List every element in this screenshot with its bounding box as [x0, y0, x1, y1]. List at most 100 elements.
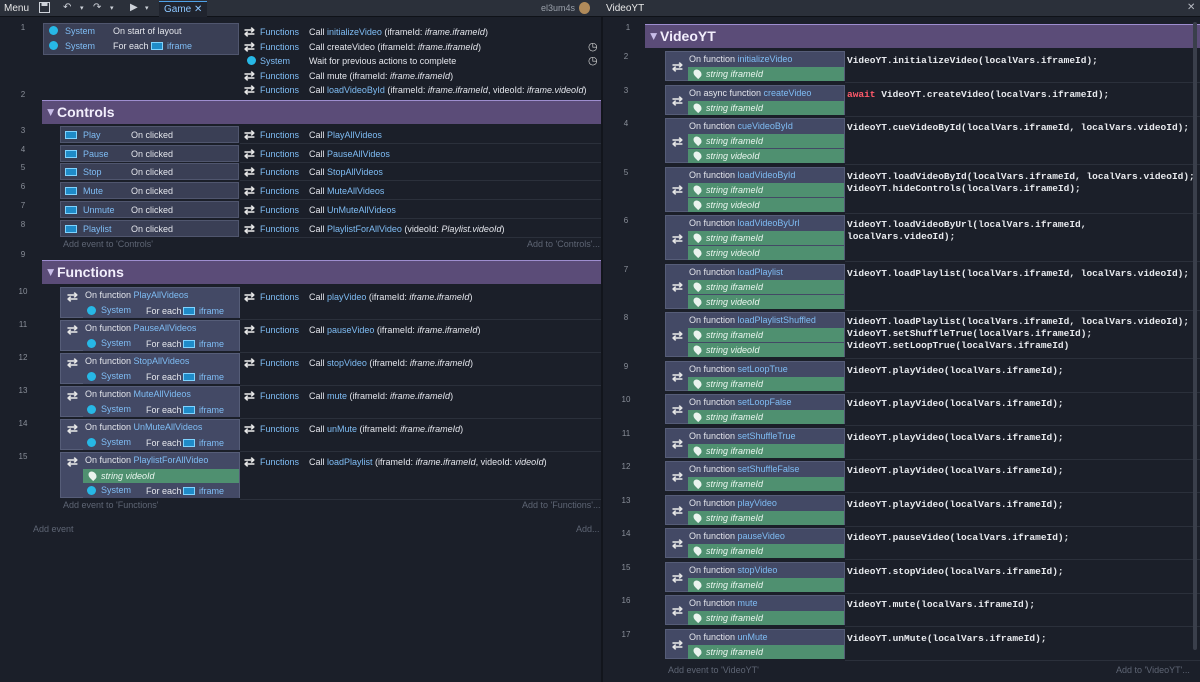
function-block[interactable]: ⇄ On function mute string iframeId: [665, 595, 845, 625]
script-line[interactable]: VideoYT.mute(localVars.iframeId);: [847, 599, 1035, 610]
condition-row[interactable]: System For each iframe: [45, 39, 237, 54]
for-each-row[interactable]: System For each iframe: [83, 484, 239, 498]
add-to-link[interactable]: Add...: [576, 524, 600, 534]
script-line[interactable]: VideoYT.loadVideoById(localVars.iframeId…: [847, 171, 1195, 182]
param-iframeid[interactable]: string iframeId: [688, 577, 844, 592]
undo-icon[interactable]: ↶: [63, 2, 71, 13]
add-event-link[interactable]: Add event to 'VideoYT': [668, 665, 759, 675]
event-1-conditions[interactable]: System On start of layout System For each if…: [43, 23, 239, 55]
function-block[interactable]: ⇄ On async function createVideo string ifr…: [665, 84, 845, 115]
script-line[interactable]: VideoYT.playVideo(localVars.iframeId);: [847, 432, 1064, 443]
tab-game[interactable]: Game ✕: [159, 1, 208, 17]
function-block[interactable]: ⇄ On function cueVideoById string iframeId…: [665, 118, 845, 163]
function-block[interactable]: ⇄ On function loadPlaylist string iframeId…: [665, 263, 845, 309]
play-dropdown-icon[interactable]: ▾: [145, 4, 149, 12]
function-block[interactable]: ⇄ On function stopVideo string iframeId: [665, 561, 845, 592]
control-event-condition[interactable]: Playlist On clicked: [60, 219, 239, 237]
condition-row[interactable]: System On start of layout: [45, 24, 237, 39]
script-line[interactable]: VideoYT.setShuffleTrue(localVars.iframeI…: [847, 328, 1092, 339]
script-line[interactable]: VideoYT.playVideo(localVars.iframeId);: [847, 465, 1064, 476]
script-line[interactable]: VideoYT.loadPlaylist(localVars.iframeId,…: [847, 316, 1189, 327]
script-line[interactable]: VideoYT.playVideo(localVars.iframeId);: [847, 499, 1064, 510]
param-iframeid[interactable]: string iframeId: [688, 134, 844, 148]
redo-dropdown-icon[interactable]: ▾: [110, 4, 114, 12]
param-videoid[interactable]: string videoId: [688, 149, 844, 163]
redo-icon[interactable]: ↷: [93, 2, 101, 13]
param-videoid[interactable]: string videoId: [688, 294, 844, 309]
function-block[interactable]: ⇄ On function setLoopTrue string iframeId: [665, 360, 845, 391]
function-block[interactable]: ⇄ On function PlayAllVideos System For each…: [60, 287, 240, 318]
group-controls[interactable]: ◀ Controls: [42, 100, 601, 124]
add-to-link[interactable]: Add to 'Functions'...: [522, 500, 600, 510]
script-line[interactable]: VideoYT.setLoopTrue(localVars.iframeId): [847, 340, 1069, 351]
collapse-triangle-icon[interactable]: ◀: [648, 33, 659, 40]
control-event-condition[interactable]: Unmute On clicked: [60, 200, 239, 218]
param-iframeid[interactable]: string iframeId: [688, 644, 844, 659]
param-videoid[interactable]: string videoId: [688, 246, 844, 260]
function-block[interactable]: ⇄ On function StopAllVideos System For each…: [60, 353, 240, 384]
for-each-row[interactable]: System For each iframe: [83, 304, 239, 318]
save-icon[interactable]: [39, 2, 50, 16]
tab-videoyt[interactable]: VideoYT: [606, 3, 644, 14]
param-videoid[interactable]: string videoId: [688, 343, 844, 357]
add-event-link[interactable]: Add event to 'Controls': [63, 239, 153, 249]
add-event-link[interactable]: Add event to 'Functions': [63, 500, 159, 510]
for-each-row[interactable]: System For each iframe: [83, 403, 239, 417]
function-block[interactable]: ⇄ On function PauseAllVideos System For eac…: [60, 320, 240, 351]
function-block[interactable]: ⇄ On function setShuffleTrue string iframe…: [665, 427, 845, 458]
param-iframeid[interactable]: string iframeId: [688, 477, 844, 491]
script-line[interactable]: VideoYT.playVideo(localVars.iframeId);: [847, 398, 1064, 409]
for-each-row[interactable]: System For each iframe: [83, 370, 239, 384]
param-iframeid[interactable]: string iframeId: [688, 611, 844, 625]
for-each-row[interactable]: System For each iframe: [83, 436, 239, 450]
function-block[interactable]: ⇄ On function UnMuteAllVideos System For ea…: [60, 419, 240, 450]
script-line[interactable]: VideoYT.pauseVideo(localVars.iframeId);: [847, 532, 1069, 543]
control-event-condition[interactable]: Mute On clicked: [60, 182, 239, 200]
for-each-row[interactable]: System For each iframe: [83, 337, 239, 351]
param-iframeid[interactable]: string iframeId: [688, 100, 844, 115]
undo-dropdown-icon[interactable]: ▾: [80, 4, 84, 12]
collapse-triangle-icon[interactable]: ◀: [45, 269, 56, 276]
menu-button[interactable]: Menu: [4, 3, 29, 14]
param-iframeid[interactable]: string iframeId: [688, 544, 844, 558]
add-to-link[interactable]: Add to 'VideoYT'...: [1116, 665, 1190, 675]
param-iframeid[interactable]: string iframeId: [688, 67, 844, 81]
timer-icon[interactable]: ◷: [588, 40, 598, 53]
param-iframeid[interactable]: string iframeId: [688, 443, 844, 458]
avatar[interactable]: [579, 2, 590, 14]
add-to-link[interactable]: Add to 'Controls'...: [527, 239, 600, 249]
script-line[interactable]: VideoYT.initializeVideo(localVars.iframe…: [847, 55, 1098, 66]
script-line[interactable]: VideoYT.loadVideoByUrl(localVars.iframeI…: [847, 219, 1086, 230]
function-block[interactable]: ⇄ On function loadVideoById string iframeI…: [665, 166, 845, 212]
script-line[interactable]: localVars.videoId);: [847, 231, 955, 242]
function-block[interactable]: ⇄ On function PlaylistForAllVideo string v…: [60, 452, 240, 498]
group-functions[interactable]: ◀ Functions: [42, 260, 601, 284]
param-iframeid[interactable]: string iframeId: [688, 231, 844, 245]
scrollbar[interactable]: [1193, 22, 1197, 650]
param-videoid[interactable]: string videoId: [688, 197, 844, 212]
script-line[interactable]: VideoYT.loadPlaylist(localVars.iframeId,…: [847, 268, 1189, 279]
collapse-triangle-icon[interactable]: ◀: [45, 109, 56, 116]
param-iframeid[interactable]: string iframeId: [688, 279, 844, 294]
function-block[interactable]: ⇄ On function loadVideoByUrl string iframe…: [665, 215, 845, 260]
function-block[interactable]: ⇄ On function MuteAllVideos System For each…: [60, 386, 240, 417]
control-event-condition[interactable]: Pause On clicked: [60, 144, 239, 162]
function-block[interactable]: ⇄ On function pauseVideo string iframeId: [665, 528, 845, 558]
param-iframeid[interactable]: string iframeId: [688, 510, 844, 525]
function-block[interactable]: ⇄ On function unMute string iframeId: [665, 628, 845, 659]
param-iframeid[interactable]: string iframeId: [688, 376, 844, 391]
param-iframeid[interactable]: string iframeId: [688, 410, 844, 424]
function-block[interactable]: ⇄ On function playVideo string iframeId: [665, 494, 845, 525]
timer-icon[interactable]: ◷: [588, 54, 598, 67]
script-line[interactable]: VideoYT.cueVideoById(localVars.iframeId,…: [847, 122, 1189, 133]
function-block[interactable]: ⇄ On function loadPlaylistShuffled string …: [665, 312, 845, 357]
param-videoid[interactable]: string videoId: [83, 469, 239, 483]
close-icon[interactable]: ✕: [1187, 2, 1195, 13]
control-event-condition[interactable]: Stop On clicked: [60, 163, 239, 181]
control-event-condition[interactable]: Play On clicked: [60, 126, 239, 143]
script-line[interactable]: VideoYT.unMute(localVars.iframeId);: [847, 633, 1047, 644]
play-icon[interactable]: ▶: [130, 2, 138, 13]
script-line[interactable]: VideoYT.hideControls(localVars.iframeId)…: [847, 183, 1081, 194]
function-block[interactable]: ⇄ On function setShuffleFalse string ifram…: [665, 461, 845, 491]
param-iframeid[interactable]: string iframeId: [688, 182, 844, 197]
